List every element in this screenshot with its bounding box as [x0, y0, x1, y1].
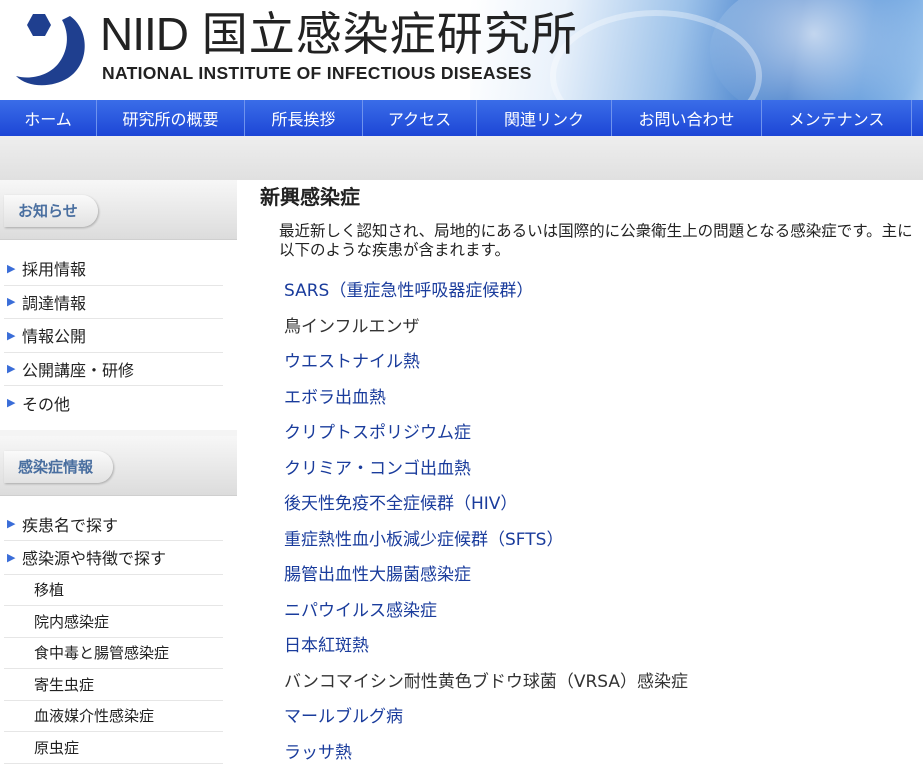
- disease-link[interactable]: ニパウイルス感染症: [284, 594, 923, 630]
- disease-link[interactable]: 日本紅斑熱: [284, 629, 923, 665]
- sidebar-item-lectures[interactable]: ▶ 公開講座・研修: [4, 353, 223, 386]
- sidebar-infection-header: 感染症情報: [0, 435, 237, 496]
- nav-access[interactable]: アクセス: [363, 100, 477, 136]
- disease-link[interactable]: ラッサ熱: [284, 736, 923, 772]
- disease-link[interactable]: エボラ出血熱: [284, 381, 923, 417]
- triangle-bullet-icon: ▶: [7, 517, 16, 531]
- triangle-bullet-icon: ▶: [7, 396, 16, 410]
- nav-greeting[interactable]: 所長挨拶: [245, 100, 363, 136]
- sidebar-item-label: 疾患名で探す: [22, 515, 119, 535]
- nav-home[interactable]: ホーム: [0, 100, 97, 136]
- sidebar-subitem-transplant[interactable]: 移植: [4, 575, 223, 606]
- sidebar-item-search-by-source[interactable]: ▶ 感染源や特徴で探す: [4, 541, 223, 575]
- logo-english-name: NATIONAL INSTITUTE OF INFECTIOUS DISEASE…: [102, 63, 532, 83]
- disease-list: SARS（重症急性呼吸器症候群） 鳥インフルエンザウエストナイル熱 エボラ出血熱 クリ…: [260, 274, 923, 771]
- sidebar-subitem-food-poisoning[interactable]: 食中毒と腸管感染症: [4, 638, 223, 669]
- sidebar-news-list: ▶ 採用情報 ▶ 調達情報 ▶ 情報公開 ▶ 公開講座・研修 ▶ その他: [0, 240, 237, 430]
- sidebar-news-header: お知らせ: [0, 180, 237, 240]
- sidebar-news-heading: お知らせ: [4, 195, 98, 227]
- logo-niid: NIID: [100, 8, 189, 60]
- intro-text: 最近新しく認知され、局地的にあるいは国際的に公衆衛生上の問題となる感染症です。主…: [279, 222, 913, 259]
- triangle-bullet-icon: ▶: [7, 550, 16, 564]
- sidebar-item-label: 調達情報: [22, 293, 87, 313]
- sidebar-item-label: 情報公開: [22, 327, 87, 347]
- triangle-bullet-icon: ▶: [7, 295, 16, 309]
- sidebar-item-search-by-name[interactable]: ▶ 疾患名で探す: [4, 508, 223, 541]
- sidebar-item-disclosure[interactable]: ▶ 情報公開: [4, 319, 223, 353]
- sub-bar: [0, 136, 923, 180]
- sidebar-subitem-protozoan[interactable]: 原虫症: [4, 732, 223, 764]
- sidebar-subitem-parasitic[interactable]: 寄生虫症: [4, 669, 223, 701]
- disease-link[interactable]: 重症熱性血小板減少症候群（SFTS）: [284, 523, 923, 559]
- disease-link[interactable]: 腸管出血性大腸菌感染症: [284, 558, 923, 594]
- disease-link[interactable]: SARS（重症急性呼吸器症候群）: [284, 274, 923, 310]
- disease-link[interactable]: ウエストナイル熱: [284, 345, 923, 381]
- niid-logo-icon[interactable]: [8, 6, 90, 88]
- sidebar: お知らせ ▶ 採用情報 ▶ 調達情報 ▶ 情報公開 ▶ 公開講座・研修 ▶ その他 感染症…: [0, 180, 237, 774]
- sidebar-subitem-nosocomial[interactable]: 院内感染症: [4, 606, 223, 638]
- site-header: NIID 国立感染症研究所 NATIONAL INSTITUTE OF INFE…: [0, 0, 923, 100]
- sidebar-item-label: 採用情報: [22, 260, 87, 280]
- sidebar-item-label: 感染源や特徴で探す: [22, 549, 167, 569]
- disease-link[interactable]: マールブルグ病: [284, 700, 923, 736]
- sidebar-infection-heading: 感染症情報: [4, 450, 114, 483]
- disease-link[interactable]: クリプトスポリジウム症: [284, 416, 923, 452]
- disease-link[interactable]: クリミア・コンゴ出血熱: [284, 452, 923, 488]
- disease-text: 鳥インフルエンザ: [284, 316, 420, 337]
- main-nav: ホーム 研究所の概要 所長挨拶 アクセス 関連リンク お問い合わせ メンテナンス: [0, 100, 923, 136]
- sidebar-item-label: その他: [22, 394, 71, 414]
- nav-contact[interactable]: お問い合わせ: [612, 100, 762, 136]
- nav-maintenance[interactable]: メンテナンス: [762, 100, 912, 136]
- sidebar-item-procurement[interactable]: ▶ 調達情報: [4, 286, 223, 319]
- page-title: 新興感染症: [260, 185, 360, 209]
- disease-link[interactable]: 後天性免疫不全症候群（HIV）: [284, 487, 923, 523]
- sidebar-subitem-bloodborne[interactable]: 血液媒介性感染症: [4, 701, 223, 732]
- triangle-bullet-icon: ▶: [7, 261, 16, 275]
- sidebar-item-other[interactable]: ▶ その他: [4, 386, 223, 420]
- nav-about[interactable]: 研究所の概要: [97, 100, 245, 136]
- disease-text: バンコマイシン耐性黄色ブドウ球菌（VRSA）感染症: [284, 671, 689, 692]
- sidebar-item-recruit[interactable]: ▶ 採用情報: [4, 252, 223, 286]
- sidebar-infection-list: ▶ 疾患名で探す ▶ 感染源や特徴で探す 移植 院内感染症 食中毒と腸管感染症 寄生…: [0, 495, 237, 774]
- sidebar-item-label: 公開講座・研修: [22, 360, 135, 380]
- triangle-bullet-icon: ▶: [7, 328, 16, 342]
- logo-title[interactable]: NIID 国立感染症研究所: [100, 8, 578, 60]
- main-content: 新興感染症 最近新しく認知され、局地的にあるいは国際的に公衆衛生上の問題となる感…: [260, 180, 923, 771]
- logo-japanese-name: 国立感染症研究所: [201, 8, 578, 60]
- triangle-bullet-icon: ▶: [7, 362, 16, 376]
- nav-related-links[interactable]: 関連リンク: [477, 100, 612, 136]
